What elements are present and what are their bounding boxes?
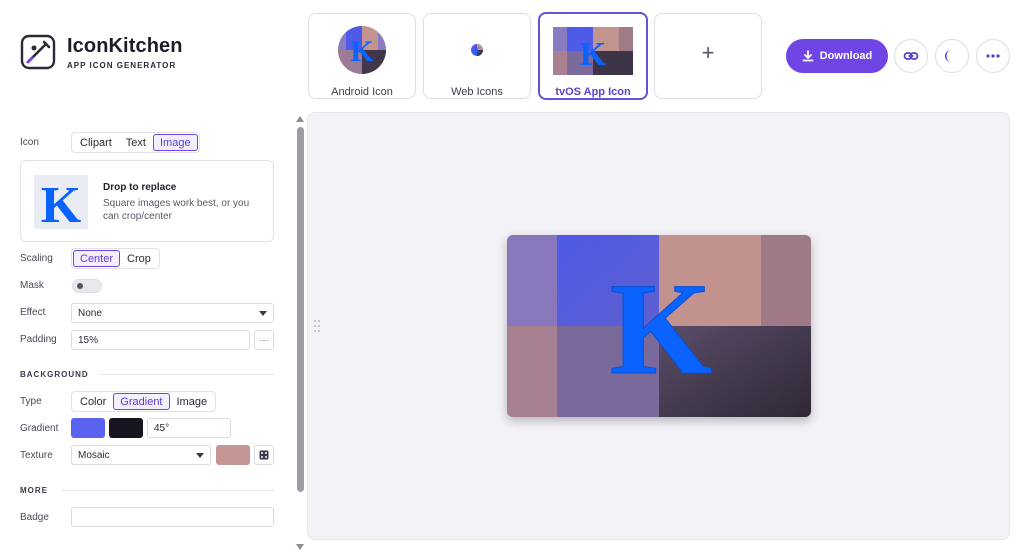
effect-label: Effect bbox=[20, 307, 46, 318]
background-heading: BACKGROUND bbox=[20, 370, 89, 379]
scaling-crop[interactable]: Crop bbox=[120, 250, 158, 267]
padding-options-button[interactable]: ··· bbox=[254, 330, 274, 350]
mask-toggle[interactable] bbox=[72, 279, 102, 293]
logo-icon bbox=[20, 34, 56, 70]
theme-toggle-button[interactable] bbox=[935, 39, 969, 73]
more-options-button[interactable] bbox=[976, 39, 1010, 73]
link-icon bbox=[903, 52, 919, 60]
texture-select[interactable]: Mosaic bbox=[71, 445, 211, 465]
padding-input[interactable]: 15% bbox=[71, 330, 250, 350]
download-button[interactable]: Download bbox=[786, 39, 888, 73]
copy-link-button[interactable] bbox=[894, 39, 928, 73]
badge-label: Badge bbox=[20, 512, 49, 523]
image-thumbnail: K bbox=[34, 175, 88, 229]
target-label: Web Icons bbox=[451, 86, 503, 98]
app-logo: IconKitchen APP ICON GENERATOR bbox=[20, 34, 183, 70]
chevron-down-icon bbox=[259, 311, 267, 316]
bg-type-image[interactable]: Image bbox=[170, 393, 215, 410]
svg-text:K: K bbox=[610, 255, 713, 402]
svg-text:K: K bbox=[41, 177, 82, 229]
more-horizontal-icon bbox=[986, 54, 1000, 58]
gradient-label: Gradient bbox=[20, 423, 59, 434]
padding-value: 15% bbox=[78, 334, 99, 346]
mask-label: Mask bbox=[20, 280, 44, 291]
web-icon-preview: K bbox=[471, 44, 483, 56]
gradient-angle-value: 45° bbox=[154, 422, 170, 434]
svg-text:K: K bbox=[350, 35, 374, 68]
add-target-button[interactable]: + bbox=[654, 13, 762, 99]
target-android-icon[interactable]: K Android Icon bbox=[308, 13, 416, 99]
svg-text:K: K bbox=[474, 46, 481, 55]
sidebar-scrollbar[interactable] bbox=[297, 127, 304, 492]
bg-type-color[interactable]: Color bbox=[73, 393, 113, 410]
gradient-start-color[interactable] bbox=[71, 418, 105, 438]
scaling-center[interactable]: Center bbox=[73, 250, 121, 267]
tvos-icon-artwork: K bbox=[507, 235, 811, 417]
section-divider bbox=[100, 374, 274, 375]
gradient-end-color[interactable] bbox=[109, 418, 143, 438]
download-label: Download bbox=[819, 50, 873, 62]
download-icon bbox=[802, 50, 814, 62]
section-divider bbox=[62, 490, 274, 491]
tvos-icon-preview: K bbox=[553, 27, 633, 75]
texture-label: Texture bbox=[20, 450, 53, 461]
texture-value: Mosaic bbox=[78, 449, 110, 461]
toggle-knob bbox=[77, 283, 83, 289]
effect-value: None bbox=[78, 307, 102, 319]
bg-type-gradient[interactable]: Gradient bbox=[113, 393, 170, 410]
scroll-up-arrow[interactable] bbox=[296, 116, 304, 122]
moon-icon bbox=[945, 50, 951, 62]
drag-handle-icon[interactable] bbox=[313, 318, 321, 334]
image-drop-description: Square images work best, or you can crop… bbox=[103, 198, 250, 222]
target-label: tvOS App Icon bbox=[555, 86, 631, 98]
scaling-selector: Center Crop bbox=[71, 248, 160, 269]
android-icon-preview: K bbox=[338, 26, 386, 74]
background-type-selector: Color Gradient Image bbox=[71, 391, 217, 412]
icon-label: Icon bbox=[20, 137, 39, 148]
texture-color[interactable] bbox=[216, 445, 250, 465]
target-web-icons[interactable]: K Web Icons bbox=[423, 13, 531, 99]
icon-type-text[interactable]: Text bbox=[119, 134, 153, 151]
chevron-down-icon bbox=[196, 453, 204, 458]
more-heading: MORE bbox=[20, 486, 48, 495]
background-type-label: Type bbox=[20, 396, 42, 407]
icon-type-clipart[interactable]: Clipart bbox=[73, 134, 119, 151]
image-drop-title: Drop to replace bbox=[103, 182, 177, 193]
dice-icon bbox=[259, 450, 269, 460]
badge-input[interactable] bbox=[71, 507, 274, 527]
plus-icon: + bbox=[701, 40, 715, 65]
svg-text:K: K bbox=[580, 36, 607, 73]
ellipsis-icon: ··· bbox=[259, 335, 269, 345]
effect-select[interactable]: None bbox=[71, 303, 274, 323]
target-tvos-app-icon[interactable]: K tvOS App Icon bbox=[538, 12, 648, 100]
texture-shuffle-button[interactable] bbox=[254, 445, 274, 465]
scroll-down-arrow[interactable] bbox=[296, 544, 304, 550]
target-label: Android Icon bbox=[331, 86, 393, 98]
tvos-icon-preview-large: K bbox=[507, 235, 811, 417]
image-drop-zone[interactable]: K Drop to replace Square images work bes… bbox=[20, 160, 274, 242]
scaling-label: Scaling bbox=[20, 253, 53, 264]
icon-type-image[interactable]: Image bbox=[152, 134, 198, 151]
app-title: IconKitchen bbox=[67, 34, 183, 57]
app-subtitle: APP ICON GENERATOR bbox=[67, 60, 177, 70]
icon-type-selector: Clipart Text Image bbox=[71, 132, 200, 153]
gradient-angle-input[interactable]: 45° bbox=[147, 418, 231, 438]
padding-label: Padding bbox=[20, 334, 57, 345]
